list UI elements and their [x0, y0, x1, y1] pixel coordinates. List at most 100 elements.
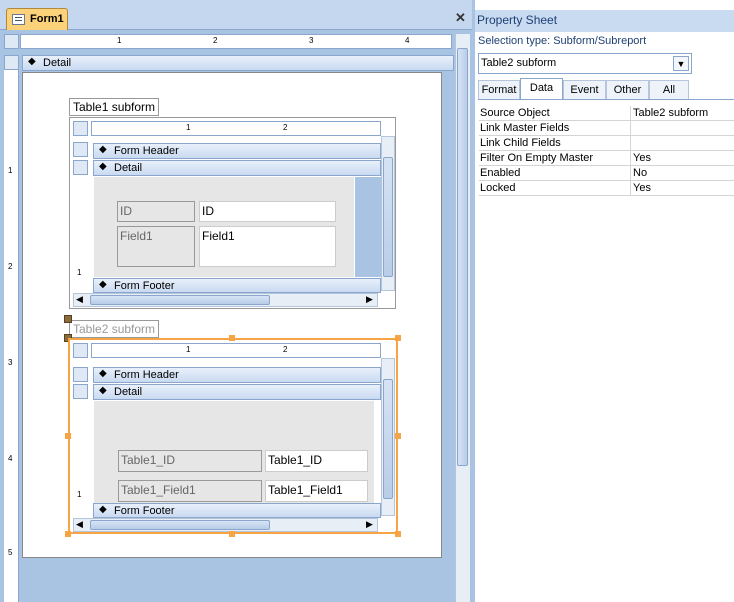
ruler-tick: 1: [186, 123, 191, 132]
subform2-table1-id-textbox[interactable]: Table1_ID: [265, 450, 368, 472]
resize-handle[interactable]: [395, 531, 401, 537]
subform2-detail-selector[interactable]: [73, 384, 88, 399]
resize-handle[interactable]: [229, 531, 235, 537]
vertical-ruler: 1 2 3 4 5: [4, 70, 19, 602]
subform1-id-label[interactable]: ID: [117, 201, 195, 222]
ruler-tick: 1: [77, 490, 82, 499]
selection-combo[interactable]: Table2 subform ▼: [478, 53, 692, 74]
property-value[interactable]: Yes: [633, 152, 651, 164]
section-arrow-icon: ◆: [99, 144, 107, 155]
ruler-tick: 2: [213, 36, 218, 45]
subform2-label[interactable]: Table2 subform: [69, 320, 160, 338]
ruler-tick: 4: [8, 454, 13, 463]
subform2-horizontal-scrollbar[interactable]: ◀ ▶: [73, 518, 378, 532]
resize-handle[interactable]: [65, 531, 71, 537]
close-icon[interactable]: ✕: [455, 10, 466, 26]
subform2-detail-bar[interactable]: ◆ Detail: [93, 384, 381, 400]
property-row[interactable]: Source Object Table2 subform: [479, 106, 734, 121]
property-row[interactable]: Link Child Fields: [479, 136, 734, 151]
tab-form1[interactable]: Form1: [6, 8, 68, 30]
subform2-ruler: 1 2: [91, 343, 381, 358]
property-value[interactable]: Yes: [633, 182, 651, 194]
subform2-selector[interactable]: [73, 343, 88, 358]
property-row[interactable]: Filter On Empty Master Yes: [479, 151, 734, 166]
subform2-vertical-scrollbar[interactable]: [381, 358, 395, 516]
tab-event[interactable]: Event: [563, 80, 606, 100]
scroll-left-icon[interactable]: ◀: [76, 294, 83, 305]
detail-label: Detail: [114, 162, 143, 174]
form-header-label: Form Header: [114, 145, 179, 157]
scroll-right-icon[interactable]: ▶: [366, 519, 373, 530]
resize-handle[interactable]: [395, 433, 401, 439]
property-row[interactable]: Link Master Fields: [479, 121, 734, 136]
column-divider: [630, 151, 631, 166]
selection-type-label: Selection type: Subform/Subreport: [478, 35, 647, 47]
property-row[interactable]: Enabled No: [479, 166, 734, 181]
column-divider: [630, 166, 631, 181]
subform1-header-selector[interactable]: [73, 142, 88, 157]
subform1-vertical-scrollbar[interactable]: [381, 136, 395, 291]
ruler-tick: 1: [186, 345, 191, 354]
document-tab-strip: [0, 0, 472, 30]
property-name: Enabled: [480, 167, 521, 179]
subform1-label[interactable]: Table1 subform: [69, 98, 160, 116]
section-arrow-icon: ◆: [99, 279, 107, 290]
form-design-area: Form1 ✕ 1 2 3 4 ◆ Detail 1 2 3 4 5 Table…: [0, 0, 472, 602]
subform2-form-footer-bar[interactable]: ◆ Form Footer: [93, 503, 381, 518]
subform2-form-header-bar[interactable]: ◆ Form Header: [93, 367, 381, 383]
property-value[interactable]: Table2 subform: [633, 107, 708, 119]
resize-handle[interactable]: [395, 335, 401, 341]
subform1-form-footer-bar[interactable]: ◆ Form Footer: [93, 278, 381, 293]
tab-form1-label: Form1: [30, 13, 64, 25]
subform1-id-textbox[interactable]: ID: [199, 201, 336, 222]
detail-section-label: Detail: [43, 57, 72, 69]
design-vscroll-thumb[interactable]: [457, 48, 468, 466]
property-row[interactable]: Locked Yes: [479, 181, 734, 196]
property-name: Source Object: [480, 107, 550, 119]
subform1-vscroll-thumb[interactable]: [383, 157, 393, 277]
ruler-tick: 2: [283, 123, 288, 132]
ruler-tick: 5: [8, 548, 13, 557]
detail-section-bar[interactable]: ◆ Detail: [22, 55, 454, 71]
tab-format[interactable]: Format: [478, 80, 520, 100]
subform2-hscroll-thumb[interactable]: [90, 520, 270, 530]
chevron-down-icon[interactable]: ▼: [673, 56, 689, 71]
subform1-horizontal-scrollbar[interactable]: ◀ ▶: [73, 293, 378, 307]
property-name: Locked: [480, 182, 516, 194]
subform1-detail-bar[interactable]: ◆ Detail: [93, 160, 381, 176]
tab-other[interactable]: Other: [606, 80, 649, 100]
subform2-table1-field1-textbox[interactable]: Table1_Field1: [265, 480, 368, 502]
tab-data[interactable]: Data: [520, 78, 563, 100]
detail-selector[interactable]: [4, 55, 19, 70]
ruler-tick: 4: [405, 36, 410, 45]
column-divider: [630, 181, 631, 196]
subform2-control[interactable]: 1 2 ◆ Form Header ◆ Detail Table1_ID Tab…: [68, 338, 398, 534]
subform2-header-selector[interactable]: [73, 367, 88, 382]
tab-all[interactable]: All: [649, 80, 689, 100]
subform1-field1-textbox[interactable]: Field1: [199, 226, 336, 267]
resize-handle[interactable]: [229, 335, 235, 341]
subform1-form-header-bar[interactable]: ◆ Form Header: [93, 143, 381, 159]
subform1-detail-selector[interactable]: [73, 160, 88, 175]
subform2-table1-field1-label[interactable]: Table1_Field1: [118, 480, 262, 502]
subform1-detail-margin: [355, 177, 381, 277]
subform1-hscroll-thumb[interactable]: [90, 295, 270, 305]
subform2-table1-id-label[interactable]: Table1_ID: [118, 450, 262, 472]
subform1-control[interactable]: 1 2 ◆ Form Header ◆ Detail ID ID Field1 …: [69, 117, 396, 309]
property-name: Link Child Fields: [480, 137, 561, 149]
property-value[interactable]: No: [633, 167, 647, 179]
resize-handle[interactable]: [65, 433, 71, 439]
scroll-right-icon[interactable]: ▶: [366, 294, 373, 305]
selection-combo-value: Table2 subform: [481, 57, 557, 69]
move-handle[interactable]: [64, 315, 72, 323]
column-divider: [630, 121, 631, 136]
form-footer-label: Form Footer: [114, 280, 175, 292]
form-selector[interactable]: [4, 34, 19, 49]
scroll-left-icon[interactable]: ◀: [76, 519, 83, 530]
subform2-vscroll-thumb[interactable]: [383, 379, 393, 499]
column-divider: [630, 106, 631, 121]
subform1-field1-label[interactable]: Field1: [117, 226, 195, 267]
subform1-selector[interactable]: [73, 121, 88, 136]
horizontal-ruler: 1 2 3 4: [20, 34, 452, 49]
section-arrow-icon: ◆: [99, 368, 107, 379]
